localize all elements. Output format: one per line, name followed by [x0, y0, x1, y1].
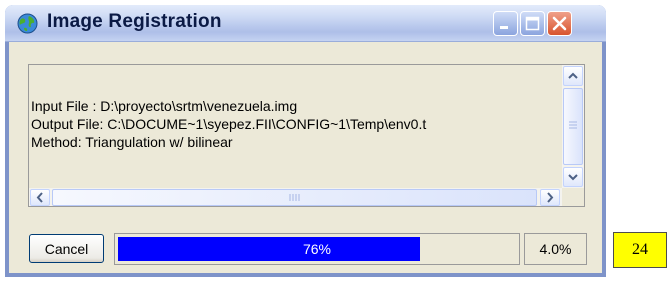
scroll-right-button[interactable]	[540, 189, 560, 206]
figure-tag: 24	[613, 232, 667, 268]
chevron-right-icon	[547, 192, 554, 203]
grip-icon	[289, 194, 300, 201]
vertical-scrollbar[interactable]	[562, 65, 584, 188]
secondary-percent: 4.0%	[524, 233, 587, 265]
vertical-scroll-thumb[interactable]	[563, 88, 583, 165]
scroll-up-button[interactable]	[563, 66, 583, 86]
progress-label: 76%	[302, 241, 332, 257]
title-bar[interactable]: Image Registration	[5, 5, 606, 42]
cancel-button[interactable]: Cancel	[29, 234, 104, 263]
chevron-left-icon	[36, 192, 43, 203]
globe-icon	[17, 13, 38, 34]
horizontal-scroll-thumb[interactable]	[52, 189, 537, 206]
log-text-area[interactable]: Input File : D:\proyecto\srtm\venezuela.…	[28, 64, 585, 207]
chevron-up-icon	[568, 72, 578, 79]
maximize-button[interactable]	[520, 11, 545, 36]
horizontal-scrollbar[interactable]	[29, 188, 562, 206]
image-registration-window: Image Registration Input File : D:\proye…	[5, 5, 606, 277]
minimize-button[interactable]	[493, 11, 518, 36]
chevron-down-icon	[568, 174, 578, 181]
minimize-icon	[500, 26, 508, 29]
log-text: Input File : D:\proyecto\srtm\venezuela.…	[31, 97, 426, 151]
grip-icon	[569, 121, 577, 129]
scroll-down-button[interactable]	[563, 167, 583, 187]
log-line-output-file: Output File: C:\DOCUME~1\syepez.FII\CONF…	[31, 116, 427, 132]
maximize-icon	[525, 16, 540, 31]
close-icon	[552, 16, 567, 31]
window-title: Image Registration	[47, 11, 222, 32]
dialog-body: Input File : D:\proyecto\srtm\venezuela.…	[9, 42, 602, 273]
log-line-method: Method: Triangulation w/ bilinear	[31, 134, 233, 150]
log-line-input-file: Input File : D:\proyecto\srtm\venezuela.…	[31, 98, 298, 114]
scroll-left-button[interactable]	[30, 189, 50, 206]
scrollbar-corner	[562, 188, 584, 206]
progress-bar: 76%	[114, 233, 520, 265]
close-button[interactable]	[547, 11, 572, 36]
